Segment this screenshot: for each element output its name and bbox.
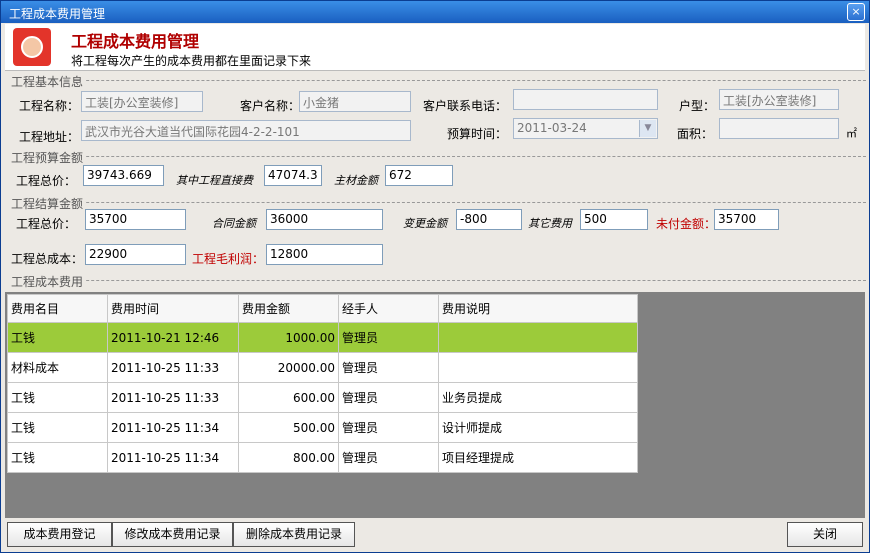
direct-cost-label: 其中工程直接费 <box>176 174 253 187</box>
column-header[interactable]: 费用说明 <box>438 294 638 323</box>
edit-cost-button[interactable]: 修改成本费用记录 <box>112 522 233 547</box>
table-row[interactable]: 工钱 2011-10-25 11:33 600.00 管理员 业务员提成 <box>7 382 638 413</box>
cell-handler: 管理员 <box>338 382 439 413</box>
total-cost-label: 工程总成本： <box>11 252 84 266</box>
page-title: 工程成本费用管理 <box>71 32 200 51</box>
cell-amount: 600.00 <box>238 382 339 413</box>
project-address-label: 工程地址： <box>19 130 80 144</box>
page-subtitle: 将工程每次产生的成本费用都在里面记录下来 <box>71 54 312 68</box>
budget-section-label: 工程预算金额 <box>11 149 87 166</box>
house-type-field[interactable]: 工装[办公室装修] <box>719 89 839 110</box>
other-fee-label: 其它费用 <box>528 217 572 230</box>
contract-amount-field[interactable]: 36000 <box>266 209 383 230</box>
client-phone-field[interactable] <box>513 89 658 110</box>
basic-section-label: 工程基本信息 <box>11 73 87 90</box>
budget-total-label: 工程总价： <box>16 174 77 188</box>
cell-time: 2011-10-25 11:34 <box>107 412 239 443</box>
total-cost-field[interactable]: 22900 <box>85 244 186 265</box>
client-name-label: 客户名称： <box>240 99 301 113</box>
budget-date-value: 2011-03-24 <box>517 121 587 135</box>
project-name-field[interactable]: 工装[办公室装修] <box>81 91 203 112</box>
cell-item: 工钱 <box>7 322 108 353</box>
cost-table: 费用名目 费用时间 费用金额 经手人 费用说明 工钱 2011-10-21 12… <box>7 294 638 473</box>
cell-amount: 500.00 <box>238 412 339 443</box>
cell-time: 2011-10-25 11:34 <box>107 442 239 473</box>
column-header[interactable]: 费用时间 <box>107 294 239 323</box>
client-phone-label: 客户联系电话： <box>423 99 508 113</box>
change-amount-field[interactable]: -800 <box>456 209 522 230</box>
cell-time: 2011-10-25 11:33 <box>107 352 239 383</box>
cell-amount: 1000.00 <box>238 322 339 353</box>
cell-item: 工钱 <box>7 382 108 413</box>
project-address-field[interactable]: 武汉市光谷大道当代国际花园4-2-2-101 <box>81 120 411 141</box>
gross-profit-field[interactable]: 12800 <box>266 244 383 265</box>
gross-profit-label: 工程毛利润： <box>192 252 265 266</box>
cell-item: 材料成本 <box>7 352 108 383</box>
column-header[interactable]: 费用名目 <box>7 294 108 323</box>
house-type-label: 户型： <box>679 99 716 113</box>
settle-total-field[interactable]: 35700 <box>85 209 186 230</box>
area-field[interactable] <box>719 118 839 139</box>
settle-section-divider <box>11 202 866 203</box>
table-row[interactable]: 工钱 2011-10-21 12:46 1000.00 管理员 <box>7 322 638 353</box>
cell-time: 2011-10-25 11:33 <box>107 382 239 413</box>
other-fee-field[interactable]: 500 <box>580 209 648 230</box>
column-header[interactable]: 费用金额 <box>238 294 339 323</box>
cell-note: 业务员提成 <box>438 382 638 413</box>
cost-table-header: 费用名目 费用时间 费用金额 经手人 费用说明 <box>7 294 638 323</box>
cell-note: 设计师提成 <box>438 412 638 443</box>
client-name-field[interactable]: 小金猪 <box>299 91 411 112</box>
budget-total-field[interactable]: 39743.669 <box>83 165 164 186</box>
table-row[interactable]: 材料成本 2011-10-25 11:33 20000.00 管理员 <box>7 352 638 383</box>
chevron-down-icon[interactable]: ▼ <box>639 120 656 137</box>
cost-management-window: 工程成本费用管理 × 工程成本费用管理 将工程每次产生的成本费用都在里面记录下来… <box>0 0 870 553</box>
area-label: 面积： <box>677 127 714 141</box>
direct-cost-field[interactable]: 47074.3 <box>264 165 322 186</box>
cell-amount: 800.00 <box>238 442 339 473</box>
unpaid-amount-field[interactable]: 35700 <box>714 209 779 230</box>
settle-section-label: 工程结算金额 <box>11 195 87 212</box>
costs-section-divider <box>11 280 866 281</box>
close-window-icon[interactable]: × <box>847 3 865 21</box>
unpaid-amount-label: 未付金额： <box>656 217 717 231</box>
main-material-label: 主材金额 <box>334 174 378 187</box>
title-bar: 工程成本费用管理 × <box>1 1 869 23</box>
costs-section-label: 工程成本费用 <box>11 273 87 290</box>
cost-grid-area: 费用名目 费用时间 费用金额 经手人 费用说明 工钱 2011-10-21 12… <box>5 292 865 518</box>
budget-date-picker[interactable]: 2011-03-24 ▼ <box>513 118 658 139</box>
cell-item: 工钱 <box>7 442 108 473</box>
area-unit: ㎡ <box>846 127 857 140</box>
window-title: 工程成本费用管理 <box>9 7 106 21</box>
column-header[interactable]: 经手人 <box>338 294 439 323</box>
button-bar: 成本费用登记 修改成本费用记录 删除成本费用记录 关闭 <box>5 519 865 550</box>
basic-section-divider <box>11 80 866 81</box>
project-name-label: 工程名称： <box>19 99 80 113</box>
cell-time: 2011-10-21 12:46 <box>107 322 239 353</box>
settle-total-label: 工程总价： <box>16 217 77 231</box>
cell-note <box>438 352 638 383</box>
delete-cost-button[interactable]: 删除成本费用记录 <box>233 522 355 547</box>
close-button[interactable]: 关闭 <box>787 522 863 547</box>
app-logo-icon <box>13 28 51 66</box>
cell-handler: 管理员 <box>338 352 439 383</box>
register-cost-button[interactable]: 成本费用登记 <box>7 522 112 547</box>
table-row[interactable]: 工钱 2011-10-25 11:34 800.00 管理员 项目经理提成 <box>7 442 638 473</box>
page-header: 工程成本费用管理 将工程每次产生的成本费用都在里面记录下来 <box>5 24 865 71</box>
cell-handler: 管理员 <box>338 412 439 443</box>
contract-amount-label: 合同金额 <box>212 217 256 230</box>
change-amount-label: 变更金额 <box>403 217 447 230</box>
main-material-field[interactable]: 672 <box>385 165 453 186</box>
cell-amount: 20000.00 <box>238 352 339 383</box>
budget-date-label: 预算时间： <box>447 127 508 141</box>
cell-note: 项目经理提成 <box>438 442 638 473</box>
table-row[interactable]: 工钱 2011-10-25 11:34 500.00 管理员 设计师提成 <box>7 412 638 443</box>
cell-handler: 管理员 <box>338 442 439 473</box>
cell-handler: 管理员 <box>338 322 439 353</box>
cell-note <box>438 322 638 353</box>
cell-item: 工钱 <box>7 412 108 443</box>
budget-section-divider <box>11 156 866 157</box>
